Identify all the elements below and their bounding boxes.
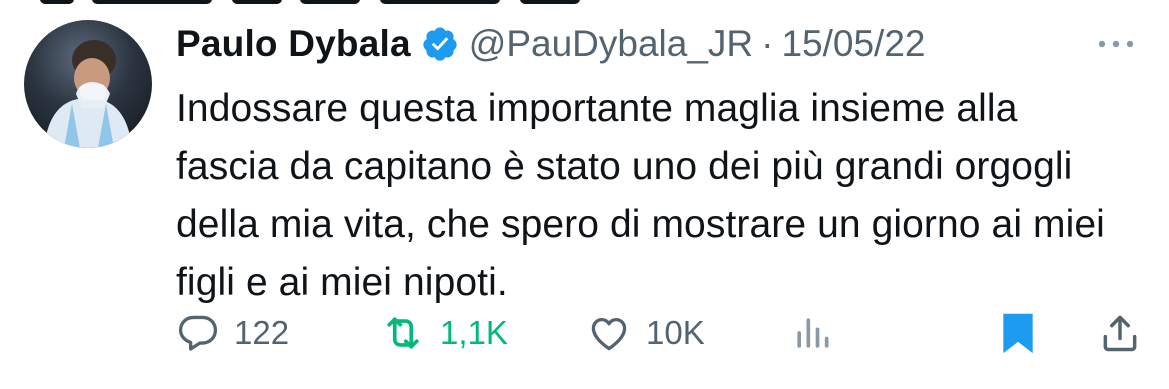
views-icon [790, 311, 834, 355]
reply-button[interactable]: 122 [176, 308, 289, 358]
tweet-header: Paulo Dybala @PauDybala_JR · 15/05/22 [176, 14, 1146, 74]
more-icon[interactable] [1086, 30, 1146, 58]
tweet-body: Paulo Dybala @PauDybala_JR · 15/05/22 In… [176, 14, 1146, 312]
avatar[interactable] [24, 20, 152, 148]
share-button[interactable] [1098, 308, 1142, 358]
header-separator: · [761, 23, 774, 64]
views-button[interactable] [790, 308, 834, 358]
retweet-count: 1,1K [440, 314, 508, 351]
retweet-button[interactable]: 1,1K [380, 308, 508, 358]
author-handle[interactable]: @PauDybala_JR [469, 23, 753, 65]
like-button[interactable]: 10K [586, 308, 705, 358]
heart-icon [586, 311, 632, 355]
like-count: 10K [646, 314, 705, 351]
reply-count: 122 [234, 314, 290, 351]
tweet-date[interactable]: 15/05/22 [781, 23, 925, 65]
tweet-text: Indossare questa importante maglia insie… [176, 87, 1105, 304]
previous-tweet-cutoff [0, 0, 620, 8]
author-name[interactable]: Paulo Dybala [176, 23, 411, 65]
reply-icon [176, 311, 220, 355]
verified-badge-icon [421, 25, 459, 63]
share-icon [1098, 310, 1142, 356]
tweet-actions-bar: 122 1,1K 10K [176, 308, 1146, 358]
bookmark-icon [996, 309, 1040, 357]
bookmark-button[interactable] [996, 308, 1040, 358]
retweet-icon [380, 311, 426, 355]
